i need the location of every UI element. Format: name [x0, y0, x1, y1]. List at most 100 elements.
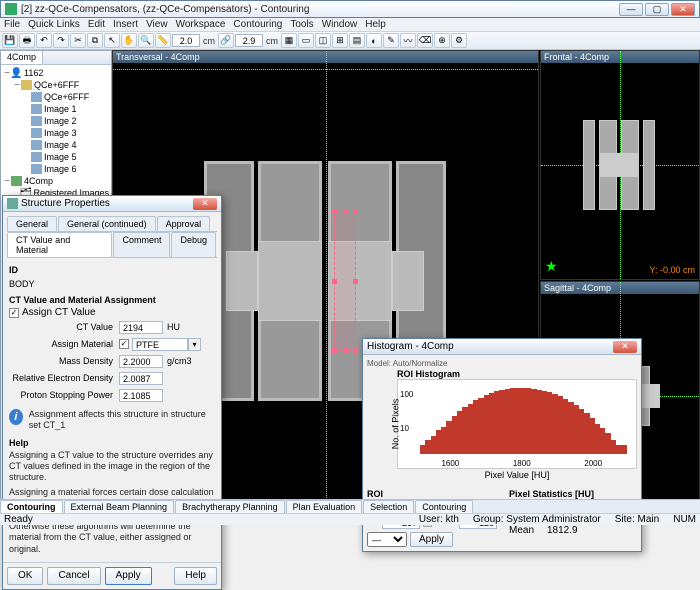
tab-ctvalue[interactable]: CT Value and Material [7, 232, 112, 257]
tree-img6[interactable]: Image 6 [44, 164, 77, 174]
tool-redo-icon[interactable]: ↷ [53, 33, 69, 48]
menu-workspace[interactable]: Workspace [176, 19, 226, 30]
statusbar: Ready User: kth Group: System Administra… [0, 513, 700, 525]
ok-button[interactable]: OK [7, 567, 43, 585]
menu-window[interactable]: Window [322, 19, 358, 30]
dialog-close-button[interactable]: ✕ [193, 198, 217, 210]
image-icon [31, 140, 42, 150]
tool-layout2-icon[interactable]: ◫ [315, 33, 331, 48]
status-site: Site: Main [615, 514, 659, 525]
tool-save-icon[interactable]: 💾 [2, 33, 18, 48]
red-value: 2.0087 [119, 372, 163, 385]
ytick-10: 10 [400, 424, 409, 433]
material-checkbox[interactable] [119, 339, 129, 349]
tree-img2[interactable]: Image 2 [44, 116, 77, 126]
tool-erase-icon[interactable]: ⌫ [417, 33, 433, 48]
btab-brachy[interactable]: Brachytherapy Planning [175, 500, 285, 513]
histogram-chart: No. of Pixels 100 10 1600 1800 2000 Pixe… [397, 379, 637, 469]
tool-undo-icon[interactable]: ↶ [36, 33, 52, 48]
histo-close-button[interactable]: ✕ [613, 341, 637, 353]
tool-zoom-icon[interactable]: 🔍 [138, 33, 154, 48]
y-coord-label: Y: -0.00 cm [649, 265, 695, 275]
tree-img1[interactable]: Image 1 [44, 104, 77, 114]
menu-help[interactable]: Help [365, 19, 386, 30]
dialog-icon [7, 198, 18, 209]
image-icon [31, 116, 42, 126]
roi-selection[interactable] [334, 211, 356, 351]
psp-label: Proton Stopping Power [9, 390, 119, 400]
menu-contouring[interactable]: Contouring [233, 19, 282, 30]
help-text1: Assigning a CT value to the structure ov… [9, 450, 215, 484]
btab-contouring[interactable]: Contouring [0, 500, 63, 513]
tree-plan[interactable]: 4Comp [24, 176, 53, 186]
tool-eyedrop-icon[interactable]: ✎ [383, 33, 399, 48]
menu-view[interactable]: View [146, 19, 168, 30]
roi-mode-select[interactable]: — [367, 532, 407, 547]
tab-debug[interactable]: Debug [171, 232, 216, 257]
roi-apply-button[interactable]: Apply [410, 532, 453, 547]
ctvalue-input[interactable]: 2194 [119, 321, 163, 334]
tool-pointer-icon[interactable]: ↖ [104, 33, 120, 48]
tool-target-icon[interactable]: ⊕ [434, 33, 450, 48]
minimize-button[interactable]: — [619, 3, 643, 16]
tool-copy-icon[interactable]: ⧉ [87, 33, 103, 48]
apply-button[interactable]: Apply [105, 567, 152, 585]
tool-settings-icon[interactable]: ⚙ [451, 33, 467, 48]
tree-patient[interactable]: 1162 [24, 68, 43, 78]
tool-grid-icon[interactable]: ▦ [281, 33, 297, 48]
assign-ct-checkbox[interactable] [9, 308, 19, 318]
material-select[interactable]: PTFE [132, 338, 188, 351]
dropdown-icon[interactable]: ▾ [188, 338, 201, 351]
btab-eval[interactable]: Plan Evaluation [286, 500, 363, 513]
tab-approval[interactable]: Approval [157, 216, 211, 231]
histo-chart-title: ROI Histogram [397, 369, 637, 379]
tree-img4[interactable]: Image 4 [44, 140, 77, 150]
tab-general[interactable]: General [7, 216, 57, 231]
tree-course[interactable]: QCe+6FFF [34, 80, 79, 90]
tool-layout1-icon[interactable]: ▭ [298, 33, 314, 48]
image-icon [31, 152, 42, 162]
tool-ruler-icon[interactable]: 📏 [155, 33, 171, 48]
menu-tools[interactable]: Tools [290, 19, 313, 30]
view-frontal[interactable]: Frontal - 4Comp ★ Y: -0.00 cm [540, 50, 700, 280]
btab-ebp[interactable]: External Beam Planning [64, 500, 175, 513]
menu-edit[interactable]: Edit [88, 19, 105, 30]
help-header: Help [9, 438, 215, 448]
menu-quicklinks[interactable]: Quick Links [28, 19, 80, 30]
status-user: User: kth [419, 514, 459, 525]
tool-layout4-icon[interactable]: ▤ [349, 33, 365, 48]
tree-img3[interactable]: Image 3 [44, 128, 77, 138]
mean-value: 1812.9 [547, 525, 578, 536]
tool-link-icon[interactable]: 🔗 [218, 33, 234, 48]
ctvalue-label: CT Value [9, 322, 119, 332]
tool-pan-icon[interactable]: ✋ [121, 33, 137, 48]
maximize-button[interactable]: ▢ [645, 3, 669, 16]
tool-dim2-input[interactable] [235, 34, 263, 47]
menu-insert[interactable]: Insert [113, 19, 138, 30]
tab-comment[interactable]: Comment [113, 232, 170, 257]
close-button[interactable]: ✕ [671, 3, 695, 16]
tool-cut-icon[interactable]: ✂ [70, 33, 86, 48]
status-ready: Ready [4, 514, 33, 525]
btab-contouring2[interactable]: Contouring [415, 500, 473, 513]
window-title: [2] zz-QCe-Compensators, (zz-QCe-Compens… [21, 4, 619, 15]
course-icon [21, 80, 32, 90]
tab-general2[interactable]: General (continued) [58, 216, 156, 231]
tool-layout3-icon[interactable]: ⊞ [332, 33, 348, 48]
window-titlebar: [2] zz-QCe-Compensators, (zz-QCe-Compens… [0, 0, 700, 18]
tool-dim1-input[interactable] [172, 34, 200, 47]
status-num: NUM [673, 514, 696, 525]
tool-print-icon[interactable]: 🖶 [19, 33, 35, 48]
histo-ylabel: No. of Pixels [390, 399, 400, 450]
cancel-button[interactable]: Cancel [47, 567, 100, 585]
menu-file[interactable]: File [4, 19, 20, 30]
tree-img5[interactable]: Image 5 [44, 152, 77, 162]
tool-contrast-icon[interactable]: ◐ [366, 33, 382, 48]
tool-draw-icon[interactable]: 〰 [400, 33, 416, 48]
tree-tab-plan[interactable]: 4Comp [1, 51, 43, 64]
plan-icon [11, 176, 22, 186]
btab-selection[interactable]: Selection [363, 500, 414, 513]
tool-unit2: cm [264, 36, 280, 46]
tree-img0[interactable]: QCe+6FFF [44, 92, 89, 102]
help-button[interactable]: Help [174, 567, 217, 585]
